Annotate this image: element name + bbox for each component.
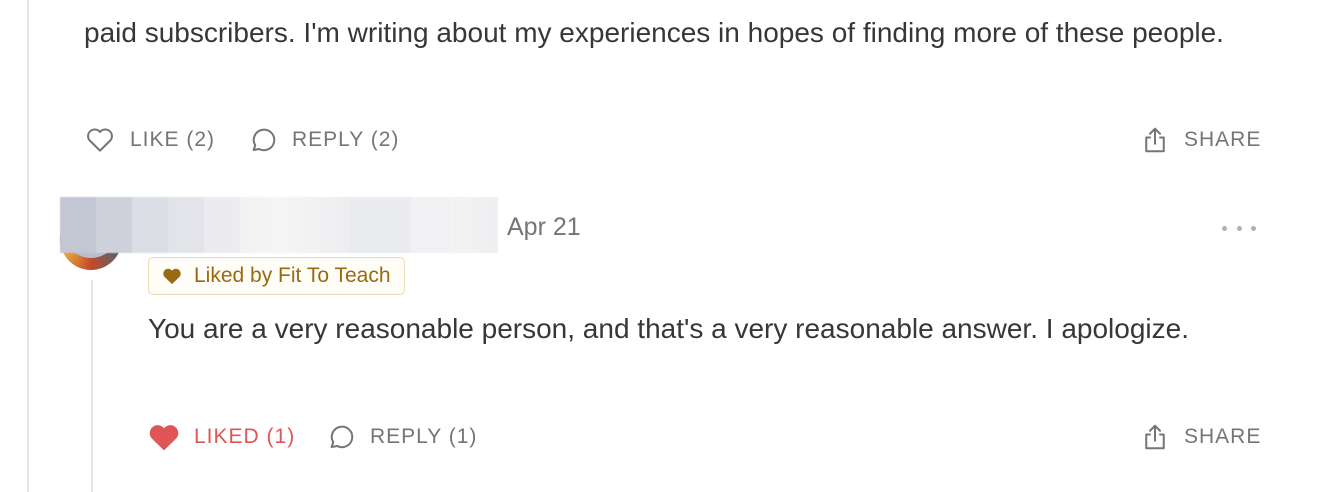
reply-button[interactable]: REPLY (1) bbox=[326, 420, 477, 454]
share-upload-icon bbox=[1145, 424, 1165, 450]
comment-date[interactable]: Apr 21 bbox=[507, 213, 581, 242]
comment-body: paid subscribers. I'm writing about my e… bbox=[84, 17, 1224, 48]
comment-body: You are a very reasonable person, and th… bbox=[148, 313, 1189, 344]
like-label: LIKE (2) bbox=[130, 128, 216, 151]
share-button[interactable]: SHARE bbox=[1140, 124, 1261, 156]
share-label: SHARE bbox=[1184, 425, 1262, 448]
more-options-button[interactable] bbox=[1222, 216, 1256, 240]
liked-by-author-badge: Liked by Fit To Teach bbox=[148, 257, 405, 295]
share-upload-icon bbox=[1145, 127, 1165, 153]
ellipsis-dot bbox=[1251, 225, 1256, 231]
heart-outline-icon bbox=[87, 128, 113, 152]
liked-label: LIKED (1) bbox=[194, 425, 296, 448]
speech-bubble-icon bbox=[252, 128, 276, 152]
ellipsis-dot bbox=[1236, 225, 1242, 231]
comments-section: paid subscribers. I'm writing about my e… bbox=[0, 0, 1328, 492]
like-button[interactable]: LIKE (2) bbox=[84, 124, 215, 156]
reply-button[interactable]: REPLY (2) bbox=[248, 124, 399, 156]
reply-label: REPLY (2) bbox=[292, 128, 400, 151]
ellipsis-icon bbox=[1222, 225, 1227, 231]
liked-by-label: Liked by Fit To Teach bbox=[194, 264, 391, 287]
heart-filled-icon bbox=[163, 268, 181, 285]
reply-label: REPLY (1) bbox=[370, 425, 478, 448]
liked-button[interactable]: LIKED (1) bbox=[148, 420, 295, 454]
reply-thread-line bbox=[91, 280, 93, 492]
heart-filled-icon bbox=[149, 425, 179, 451]
share-label: SHARE bbox=[1184, 128, 1262, 151]
author-name-redacted bbox=[60, 197, 498, 253]
speech-bubble-icon bbox=[330, 425, 354, 449]
share-button[interactable]: SHARE bbox=[1140, 420, 1261, 454]
thread-line bbox=[27, 0, 29, 492]
